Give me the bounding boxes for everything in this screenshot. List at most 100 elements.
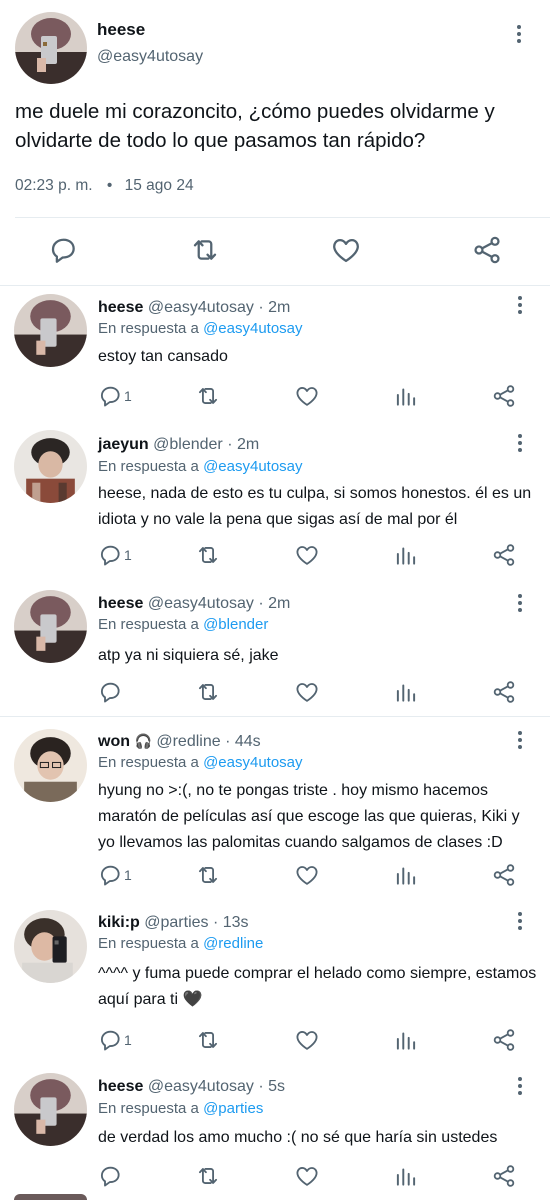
replying-to-link[interactable]: @easy4utosay	[203, 458, 302, 475]
headphones-icon: 🎧	[134, 734, 152, 750]
more-icon[interactable]	[517, 731, 523, 751]
reply-count: 1	[124, 547, 132, 563]
share-icon[interactable]	[491, 542, 517, 568]
reply-icon[interactable]	[97, 862, 123, 888]
author-name[interactable]: won	[98, 733, 130, 750]
reply-icon[interactable]	[97, 1163, 123, 1189]
author-name[interactable]: heese	[97, 20, 145, 40]
stats-icon[interactable]	[393, 679, 419, 705]
avatar[interactable]	[15, 12, 87, 84]
replying-to-label: En respuesta a	[98, 616, 199, 633]
reply-tweet[interactable]: heese @easy4utosay · 5s En respuesta a @…	[0, 1063, 550, 1200]
share-icon[interactable]	[491, 383, 517, 409]
author-handle[interactable]: @easy4utosay	[148, 1078, 254, 1095]
retweet-icon[interactable]	[189, 234, 221, 266]
reply-tweet[interactable]: jaeyun @blender · 2m En respuesta a @eas…	[0, 420, 550, 582]
tweet-text: me duele mi corazoncito, ¿cómo puedes ol…	[15, 100, 495, 152]
replying-to-link[interactable]: @parties	[203, 1100, 263, 1117]
stats-icon[interactable]	[393, 383, 419, 409]
author-name[interactable]: heese	[98, 1078, 143, 1095]
reply-text: estoy tan cansado	[98, 348, 228, 365]
reply-time: · 5s	[258, 1078, 286, 1095]
avatar[interactable]	[14, 294, 87, 367]
more-icon[interactable]	[517, 912, 523, 932]
avatar[interactable]	[14, 590, 87, 663]
reply-tweet[interactable]: heese @easy4utosay · 2m En respuesta a @…	[0, 286, 550, 420]
reply-icon[interactable]	[97, 1027, 123, 1053]
share-icon[interactable]	[491, 679, 517, 705]
retweet-icon[interactable]	[195, 1027, 221, 1053]
more-icon[interactable]	[517, 296, 523, 316]
replying-to-link[interactable]: @easy4utosay	[203, 754, 302, 771]
replying-to: En respuesta a @easy4utosay	[98, 754, 303, 771]
author-handle[interactable]: @easy4utosay	[148, 299, 254, 316]
reply-text: hyung no >:(, no te pongas triste . hoy …	[98, 782, 520, 851]
reply-icon[interactable]	[97, 542, 123, 568]
reply-time: · 2m	[227, 436, 260, 453]
author-name[interactable]: kiki:p	[98, 914, 140, 931]
author-handle[interactable]: @easy4utosay	[148, 595, 254, 612]
share-icon[interactable]	[491, 862, 517, 888]
reply-header: heese @easy4utosay · 5s	[98, 1078, 285, 1096]
reply-text: ^^^^ y fuma puede comprar el helado como…	[98, 965, 537, 1008]
like-icon[interactable]	[294, 679, 320, 705]
like-icon[interactable]	[294, 383, 320, 409]
replying-to-label: En respuesta a	[98, 458, 199, 475]
avatar[interactable]	[14, 1073, 87, 1146]
author-handle[interactable]: @blender	[153, 436, 223, 453]
reply-time: · 44s	[225, 733, 261, 750]
author-handle[interactable]: @redline	[156, 733, 220, 750]
retweet-icon[interactable]	[195, 383, 221, 409]
tweet-meta: 02:23 p. m. • 15 ago 24	[15, 177, 194, 195]
like-icon[interactable]	[294, 862, 320, 888]
like-icon[interactable]	[330, 234, 362, 266]
like-icon[interactable]	[294, 1163, 320, 1189]
replying-to: En respuesta a @easy4utosay	[98, 320, 303, 337]
tweet-date[interactable]: 15 ago 24	[125, 177, 194, 194]
author-name[interactable]: jaeyun	[98, 436, 149, 453]
avatar[interactable]	[14, 910, 87, 983]
retweet-icon[interactable]	[195, 542, 221, 568]
author-handle[interactable]: @parties	[144, 914, 208, 931]
more-icon[interactable]	[517, 1077, 523, 1097]
more-icon[interactable]	[516, 25, 522, 45]
like-icon[interactable]	[294, 1027, 320, 1053]
stats-icon[interactable]	[393, 1163, 419, 1189]
more-icon[interactable]	[517, 594, 523, 614]
reply-text: atp ya ni siquiera sé, jake	[98, 647, 279, 664]
share-icon[interactable]	[471, 234, 503, 266]
avatar[interactable]	[14, 430, 87, 503]
reply-icon[interactable]	[97, 383, 123, 409]
replying-to: En respuesta a @parties	[98, 1100, 263, 1117]
reply-text: heese, nada de esto es tu culpa, si somo…	[98, 485, 532, 528]
retweet-icon[interactable]	[195, 862, 221, 888]
next-avatar-peek	[14, 1194, 87, 1200]
replying-to-link[interactable]: @blender	[203, 616, 268, 633]
reply-tweet[interactable]: kiki:p @parties · 13s En respuesta a @re…	[0, 900, 550, 1063]
replying-to-link[interactable]: @redline	[203, 935, 263, 952]
author-name[interactable]: heese	[98, 299, 143, 316]
stats-icon[interactable]	[393, 862, 419, 888]
reply-tweet[interactable]: won 🎧 @redline · 44s En respuesta a @eas…	[0, 717, 550, 900]
avatar[interactable]	[14, 729, 87, 802]
reply-tweet[interactable]: heese @easy4utosay · 2m En respuesta a @…	[0, 582, 550, 716]
reply-icon[interactable]	[97, 679, 123, 705]
share-icon[interactable]	[491, 1027, 517, 1053]
stats-icon[interactable]	[393, 542, 419, 568]
more-icon[interactable]	[517, 434, 523, 454]
stats-icon[interactable]	[393, 1027, 419, 1053]
retweet-icon[interactable]	[195, 1163, 221, 1189]
reply-time: · 2m	[258, 595, 291, 612]
replying-to-label: En respuesta a	[98, 754, 199, 771]
like-icon[interactable]	[294, 542, 320, 568]
author-name[interactable]: heese	[98, 595, 143, 612]
author-handle[interactable]: @easy4utosay	[97, 48, 203, 66]
replying-to-label: En respuesta a	[98, 320, 199, 337]
retweet-icon[interactable]	[195, 679, 221, 705]
reply-icon[interactable]	[47, 234, 79, 266]
reply-header: heese @easy4utosay · 2m	[98, 595, 290, 613]
share-icon[interactable]	[491, 1163, 517, 1189]
reply-header: heese @easy4utosay · 2m	[98, 299, 290, 317]
tweet-time[interactable]: 02:23 p. m.	[15, 177, 93, 194]
replying-to-link[interactable]: @easy4utosay	[203, 320, 302, 337]
